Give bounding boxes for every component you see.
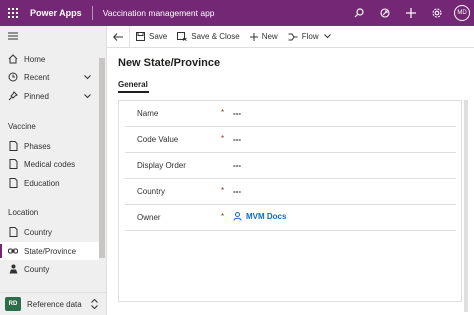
- sidebar-item-label: Recent: [24, 72, 50, 82]
- area-switcher[interactable]: RD Reference data: [0, 292, 106, 315]
- sidebar-item-label: Phases: [24, 141, 51, 151]
- sidebar-item-label: Pinned: [24, 91, 49, 101]
- sidebar-item-label: State/Province: [24, 246, 77, 256]
- field-row-code-value: Code Value * ---: [125, 127, 456, 153]
- field-row-display-order: Display Order ---: [125, 153, 456, 179]
- field-label: Owner: [137, 213, 161, 222]
- chevron-down-icon: [84, 92, 91, 101]
- person-icon: [233, 212, 242, 221]
- flow-icon: [288, 33, 298, 41]
- back-button[interactable]: [107, 32, 129, 41]
- brand-name[interactable]: Power Apps: [30, 8, 82, 18]
- tab-general[interactable]: General: [118, 80, 148, 89]
- sidebar-item-label: County: [24, 264, 50, 274]
- required-indicator: *: [221, 186, 225, 195]
- sidebar-item-country[interactable]: Country: [0, 223, 99, 241]
- sidebar-item-recent[interactable]: Recent: [0, 68, 99, 86]
- sidebar: Home Recent Pinned Vaccine Phases Medica…: [0, 26, 107, 315]
- home-icon: [8, 54, 18, 64]
- required-indicator: *: [221, 108, 225, 117]
- save-label: Save: [149, 32, 168, 41]
- avatar[interactable]: MD: [454, 5, 470, 21]
- document-icon: [8, 178, 18, 188]
- owner-value: MVM Docs: [246, 212, 287, 221]
- content-scrollbar[interactable]: [464, 100, 468, 312]
- sidebar-item-label: Home: [24, 54, 46, 64]
- form-section: Name * --- Code Value * --- Display Orde…: [118, 100, 462, 302]
- required-indicator: *: [221, 134, 225, 143]
- top-bar: Power Apps Vaccination management app MD: [0, 0, 474, 26]
- name-input[interactable]: ---: [233, 109, 241, 118]
- sidebar-item-label: Country: [24, 227, 53, 237]
- plus-icon: [249, 32, 258, 41]
- save-and-close-button[interactable]: Save & Close: [177, 32, 240, 41]
- area-label: Reference data: [27, 299, 82, 309]
- sidebar-group-title: Location: [8, 208, 39, 217]
- divider: [129, 25, 130, 48]
- sidebar-item-pinned[interactable]: Pinned: [0, 87, 99, 105]
- owner-lookup[interactable]: MVM Docs: [233, 212, 286, 221]
- save-close-icon: [177, 32, 188, 41]
- sidebar-item-education[interactable]: Education: [0, 174, 99, 192]
- pin-icon: [8, 91, 18, 101]
- waffle-icon[interactable]: [0, 0, 26, 26]
- area-badge: RD: [5, 297, 21, 311]
- new-label: New: [261, 32, 278, 41]
- sidebar-item-county[interactable]: County: [0, 260, 99, 278]
- search-icon[interactable]: [346, 0, 372, 26]
- sidebar-item-medical-codes[interactable]: Medical codes: [0, 155, 99, 173]
- required-indicator: *: [221, 212, 225, 221]
- back-arrow-icon: [113, 32, 123, 41]
- sidebar-item-home[interactable]: Home: [0, 50, 99, 68]
- main-content: New State/Province General Name * --- Co…: [107, 48, 474, 315]
- command-bar: Save Save & Close New Flow: [107, 25, 474, 48]
- person-icon: [8, 264, 18, 274]
- save-button[interactable]: Save: [136, 32, 167, 41]
- sidebar-item-label: Education: [24, 178, 60, 188]
- document-icon: [8, 227, 18, 237]
- assistant-icon[interactable]: [372, 0, 398, 26]
- display-order-input[interactable]: ---: [233, 161, 241, 170]
- link-icon: [8, 246, 18, 256]
- flow-button[interactable]: Flow: [288, 32, 331, 41]
- clock-icon: [8, 72, 18, 82]
- code-value-input[interactable]: ---: [233, 135, 241, 144]
- field-row-country: Country * ---: [125, 179, 456, 205]
- sidebar-scrollbar[interactable]: [99, 58, 105, 258]
- field-label: Country: [137, 187, 166, 196]
- tab-underline: [118, 91, 149, 93]
- new-button[interactable]: New: [249, 32, 278, 41]
- divider: [91, 6, 93, 20]
- chevron-updown-icon: [91, 299, 98, 309]
- sidebar-item-label: Medical codes: [24, 159, 76, 169]
- top-bar-actions: MD: [346, 0, 474, 26]
- document-icon: [8, 141, 18, 151]
- field-row-name: Name * ---: [125, 101, 456, 127]
- settings-icon[interactable]: [424, 0, 450, 26]
- chevron-down-icon: [84, 73, 91, 82]
- plus-icon[interactable]: [398, 0, 424, 26]
- field-label: Name: [137, 109, 159, 118]
- save-close-label: Save & Close: [191, 32, 240, 41]
- sidebar-item-phases[interactable]: Phases: [0, 137, 99, 155]
- app-name[interactable]: Vaccination management app: [103, 8, 215, 18]
- field-label: Display Order: [137, 161, 186, 170]
- flow-label: Flow: [301, 32, 319, 41]
- page-title: New State/Province: [118, 57, 221, 69]
- sidebar-item-state-province[interactable]: State/Province: [0, 242, 99, 260]
- document-icon: [8, 159, 18, 169]
- field-label: Code Value: [137, 135, 179, 144]
- save-icon: [136, 32, 145, 41]
- hamburger-icon[interactable]: [8, 32, 18, 42]
- country-lookup[interactable]: ---: [233, 187, 241, 196]
- field-row-owner: Owner * MVM Docs: [125, 205, 456, 231]
- sidebar-group-title: Vaccine: [8, 122, 36, 131]
- chevron-down-icon: [323, 34, 331, 39]
